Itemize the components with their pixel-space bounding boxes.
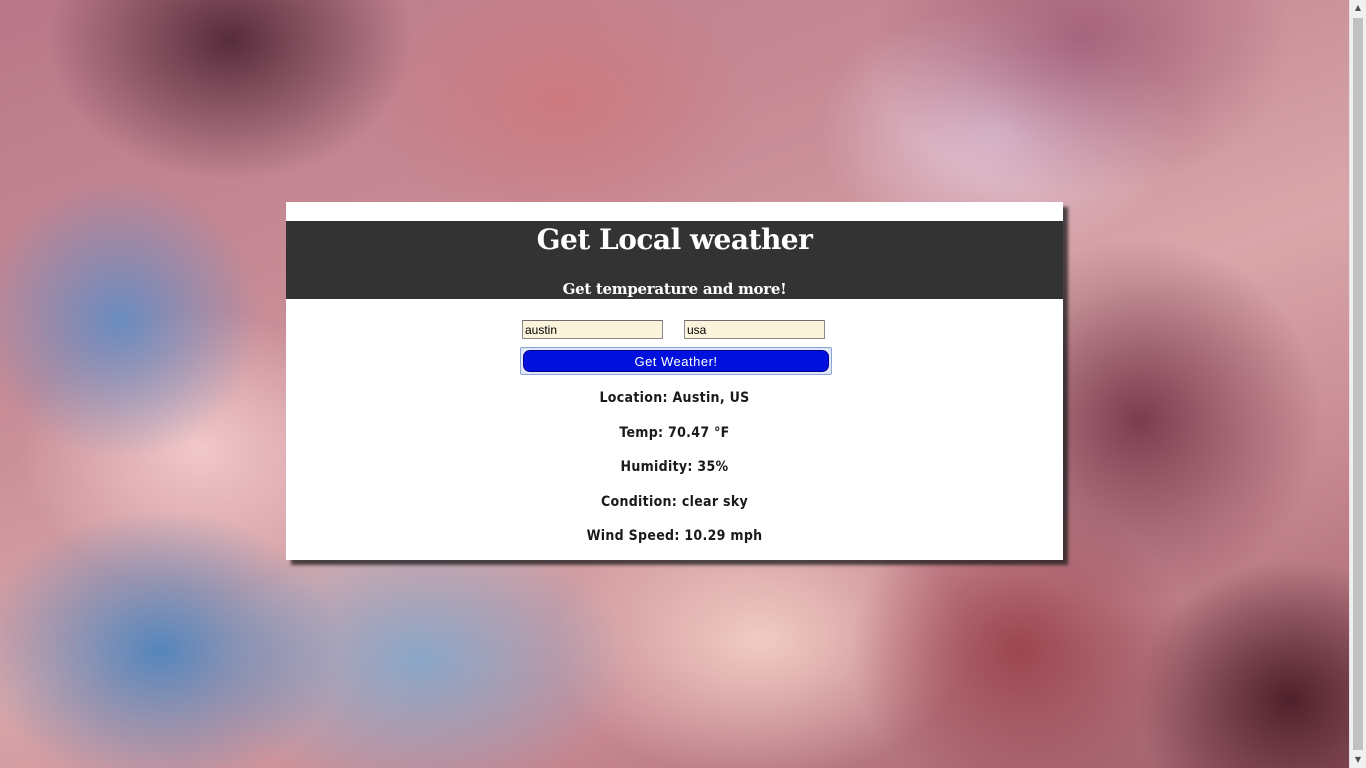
city-input[interactable] <box>522 320 663 339</box>
header-banner: Get Local weather Get temperature and mo… <box>286 221 1063 299</box>
page-title: Get Local weather <box>536 223 813 256</box>
weather-card: Get Local weather Get temperature and mo… <box>286 202 1063 560</box>
wind-speed-text: Wind Speed: 10.29 mph <box>586 528 763 544</box>
get-weather-button-focus-ring: Get Weather! <box>520 347 832 375</box>
location-text: Location: Austin, US <box>599 390 750 406</box>
page-subtitle: Get temperature and more! <box>562 280 787 298</box>
temperature-text: Temp: 70.47 °F <box>619 424 730 441</box>
scrollbar-thumb[interactable] <box>1353 18 1363 750</box>
scroll-up-arrow-icon[interactable]: ▲ <box>1350 0 1366 16</box>
weather-results: Location: Austin, US Temp: 70.47 °F Humi… <box>286 386 1063 559</box>
page-scrollbar[interactable]: ▲ ▼ <box>1349 0 1366 768</box>
condition-text: Condition: clear sky <box>600 493 749 510</box>
get-weather-button[interactable]: Get Weather! <box>523 350 829 372</box>
humidity-text: Humidity: 35% <box>620 459 729 475</box>
country-input[interactable] <box>684 320 825 339</box>
scroll-down-arrow-icon[interactable]: ▼ <box>1350 752 1366 768</box>
